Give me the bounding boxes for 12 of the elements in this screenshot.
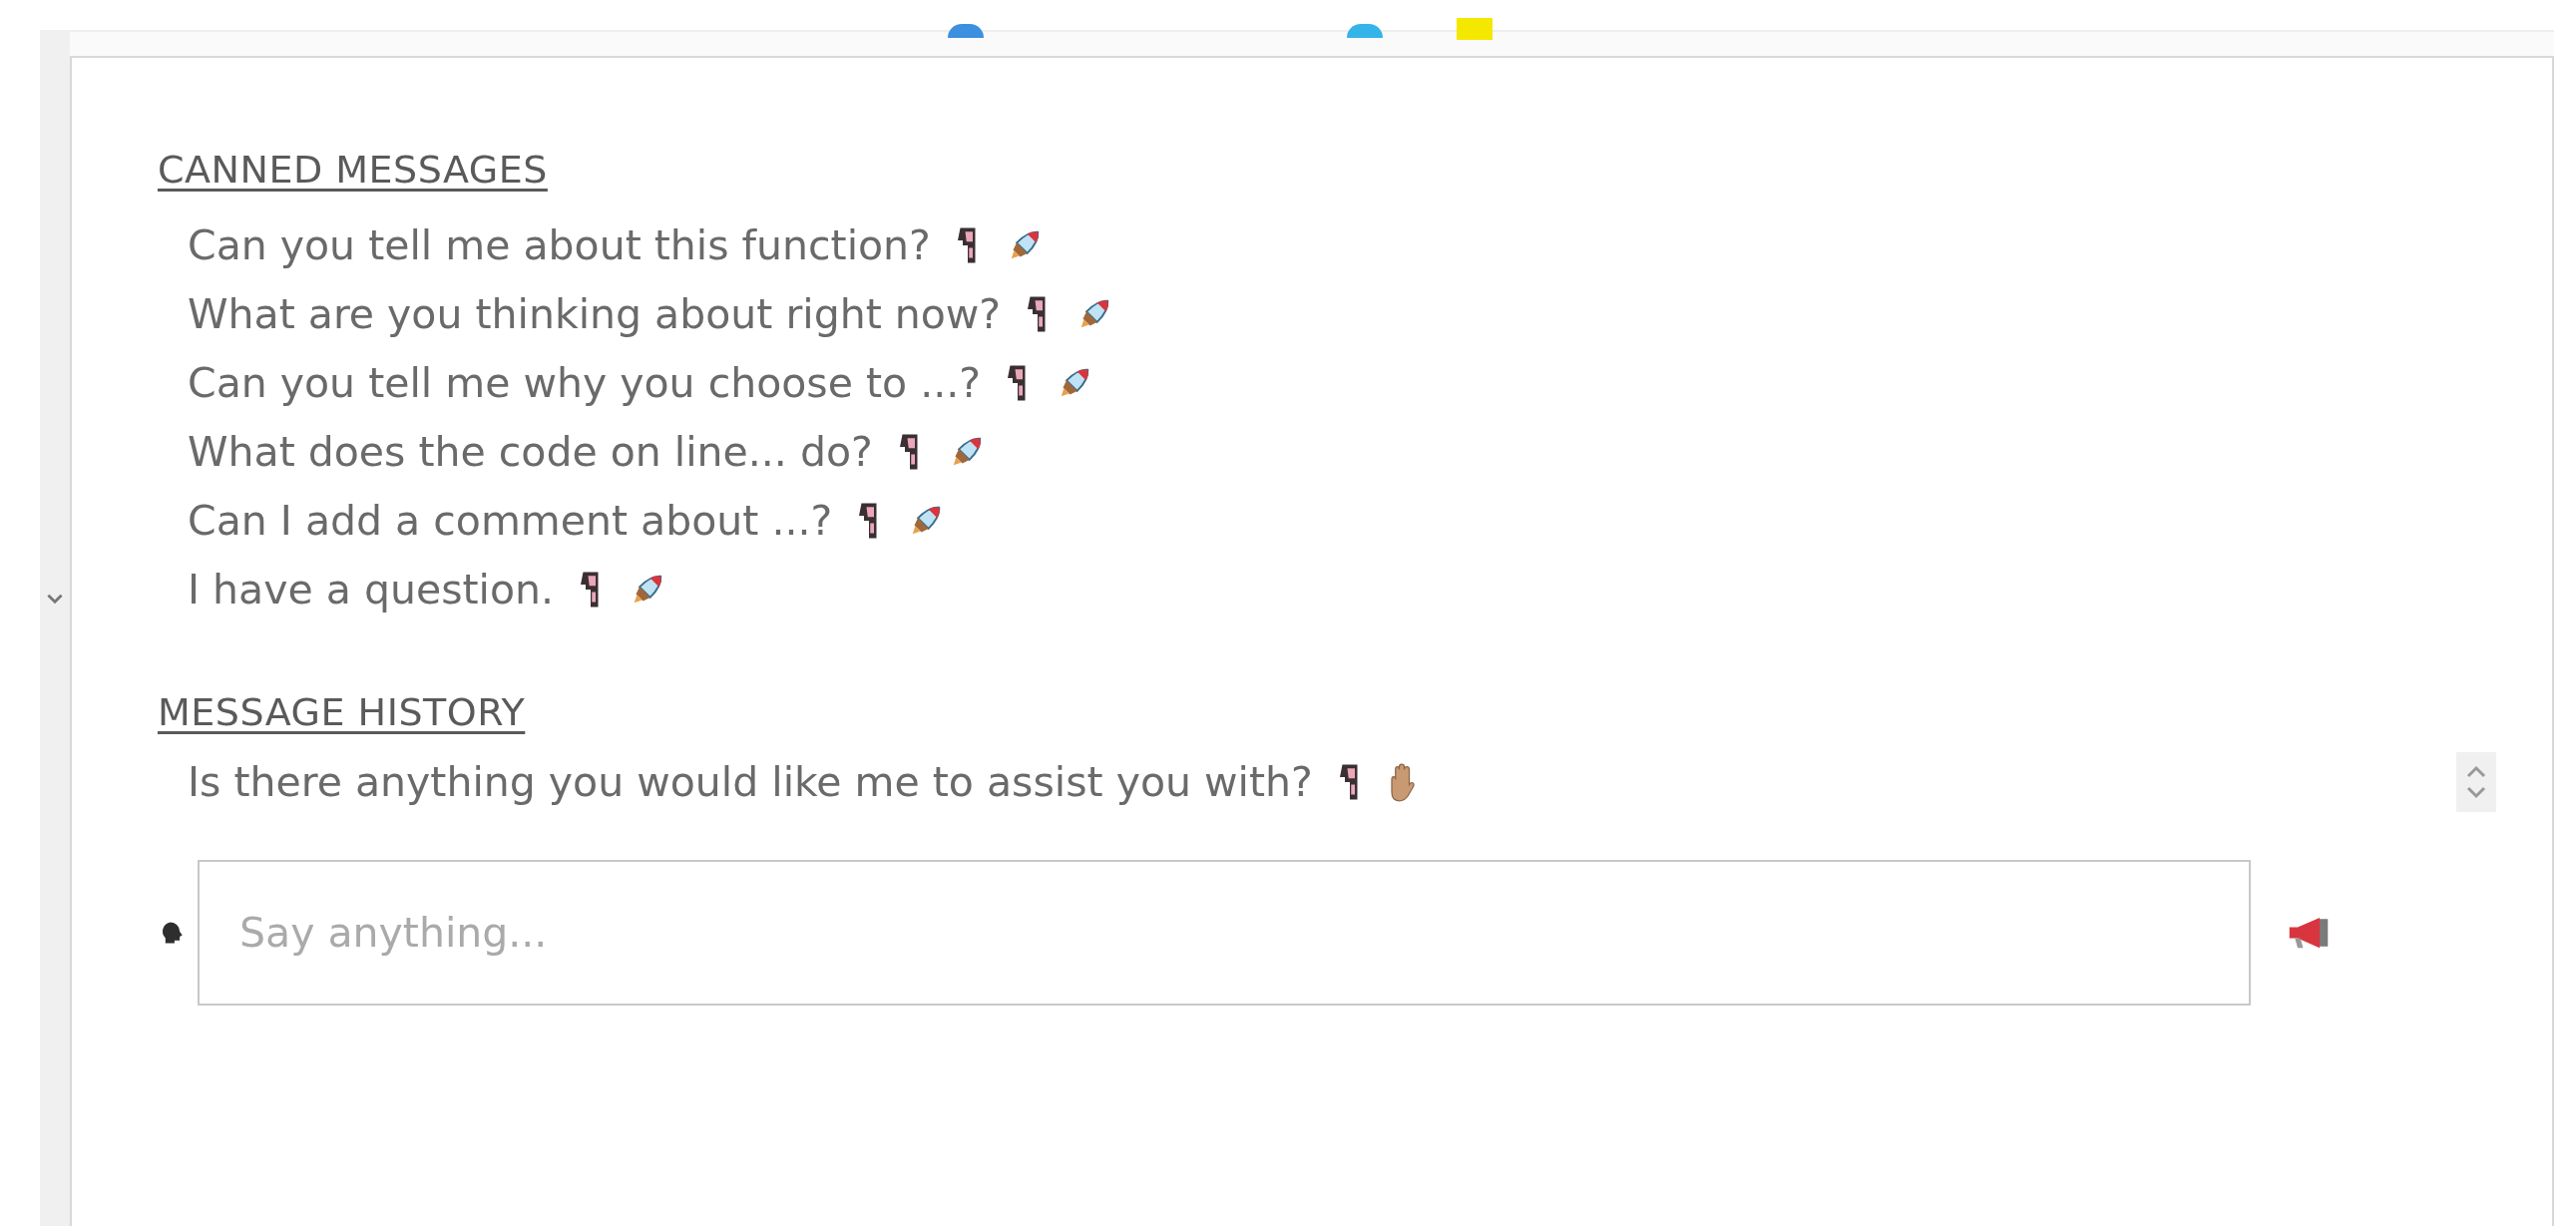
canned-message[interactable]: Can you tell me about this function? xyxy=(188,220,931,269)
canned-message[interactable]: What does the code on line... do? xyxy=(188,427,873,476)
canned-message[interactable]: I have a question. xyxy=(188,565,555,613)
megaphone-icon[interactable] xyxy=(2287,916,2331,950)
section-heading: CANNED MESSAGES xyxy=(158,148,548,192)
section-heading: MESSAGE HISTORY xyxy=(158,690,526,734)
canned-message[interactable]: Can you tell me why you choose to ...? xyxy=(188,358,981,407)
canned-message[interactable]: What are you thinking about right now? xyxy=(188,289,1002,338)
message-input[interactable]: Say anything... xyxy=(198,860,2251,1006)
history-message: Is there anything you would like me to assist you with? xyxy=(188,758,1313,806)
partial-square xyxy=(1457,18,1493,40)
canned-message[interactable]: Can I add a comment about ...? xyxy=(188,496,833,545)
